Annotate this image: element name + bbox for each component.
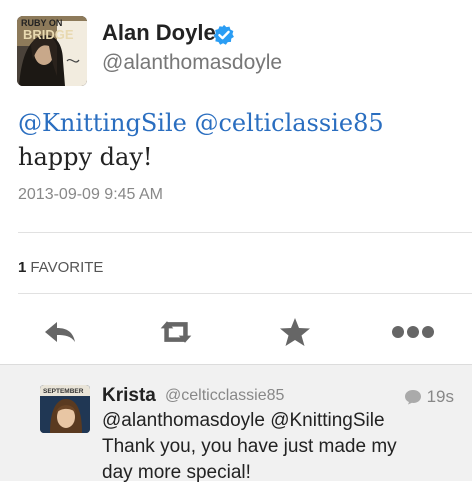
- tweet-text: @KnittingSile @celticlassie85 happy day!: [18, 106, 458, 174]
- retweet-icon: [160, 321, 192, 343]
- display-name[interactable]: Alan Doyle: [102, 20, 216, 46]
- reply-timestamp: 19s: [404, 387, 454, 407]
- reply-avatar-image: SEPTEMBER: [40, 385, 90, 433]
- mention-link[interactable]: @celticlassie85: [194, 109, 383, 137]
- timestamp: 2013-09-09 9:45 AM: [18, 186, 163, 203]
- avatar-text-bridge: BRIDGE: [23, 27, 74, 42]
- more-button[interactable]: [391, 316, 435, 348]
- favorite-button[interactable]: [277, 316, 313, 348]
- divider: [18, 293, 472, 294]
- avatar[interactable]: RUBY ON BRIDGE: [17, 16, 87, 86]
- reply-author-name[interactable]: Krista: [102, 385, 156, 407]
- tweet-detail: RUBY ON BRIDGE Alan Doyle @alanthomasdoy…: [0, 0, 472, 364]
- reply-line: Thank you, you have just made my: [102, 436, 397, 457]
- reply-tweet[interactable]: SEPTEMBER Krista @celticclassie85 19s @a…: [0, 364, 472, 483]
- mention-link[interactable]: @KnittingSile: [18, 109, 187, 137]
- divider: [18, 232, 472, 233]
- favorite-count[interactable]: 1 FAVORITE: [18, 259, 103, 276]
- avatar-image: RUBY ON BRIDGE: [17, 16, 87, 86]
- reply-time-text: 19s: [426, 387, 454, 406]
- favorite-number: 1: [18, 259, 27, 276]
- reply-line: @alanthomasdoyle @KnittingSile: [102, 410, 385, 431]
- verified-badge-icon: [213, 24, 234, 45]
- reply-text: @alanthomasdoyle @KnittingSile Thank you…: [102, 408, 462, 486]
- reply-avatar-label: SEPTEMBER: [43, 388, 84, 395]
- tweet-text-body: happy day!: [18, 143, 153, 171]
- reply-icon: [45, 322, 75, 342]
- handle[interactable]: @alanthomasdoyle: [102, 51, 282, 75]
- more-icon: [392, 326, 434, 338]
- favorite-star-icon: [280, 318, 310, 346]
- avatar[interactable]: SEPTEMBER: [40, 385, 90, 433]
- retweet-button[interactable]: [158, 316, 194, 348]
- reply-line: day more special!: [102, 462, 251, 483]
- conversation-bubble-icon: [404, 390, 421, 405]
- favorite-label: FAVORITE: [30, 259, 104, 276]
- reply-author-handle[interactable]: @celticclassie85: [165, 387, 284, 405]
- reply-button[interactable]: [42, 316, 78, 348]
